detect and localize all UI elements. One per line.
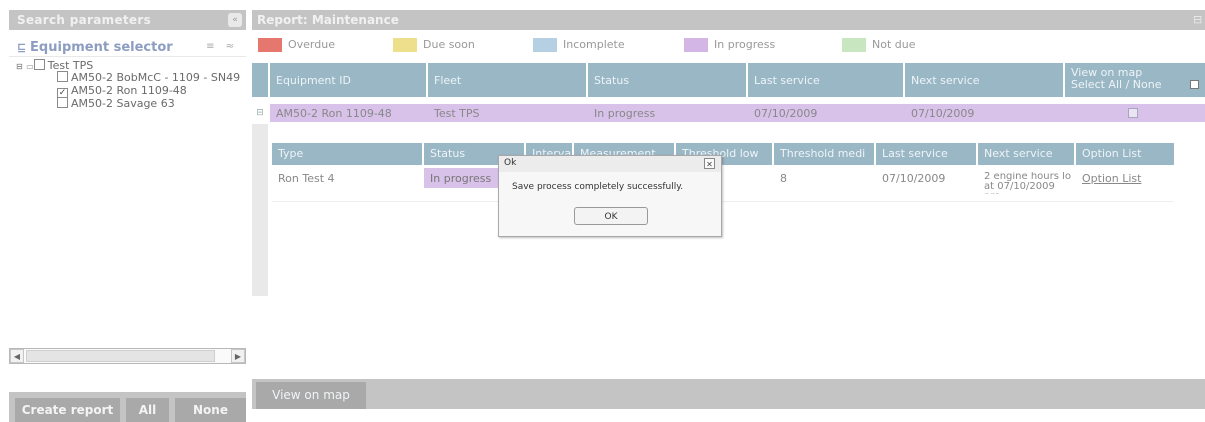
- selector-tool-icons[interactable]: ≡ ≈: [206, 41, 238, 52]
- folder-icon: ▭: [26, 62, 34, 71]
- detail-cell-threshold-medium: 8: [780, 172, 787, 185]
- tree-node-label: AM50-2 Ron 1109-48: [71, 84, 187, 97]
- row-expander-icon[interactable]: ⊟: [252, 104, 268, 122]
- legend-swatch-incomplete: [533, 38, 557, 52]
- legend-swatch-in-progress: [684, 38, 708, 52]
- tree-node-label: AM50-2 Savage 63: [71, 97, 175, 110]
- legend-label-not-due: Not due: [872, 38, 916, 51]
- column-header-last-service[interactable]: Last service: [748, 63, 903, 97]
- dialog-titlebar: Ok ✕: [499, 156, 721, 172]
- equipment-selector-title: ⊑ Equipment selector: [17, 40, 173, 55]
- tree-node-savage[interactable]: AM50-2 Savage 63: [57, 97, 175, 110]
- tree-checkbox[interactable]: [57, 71, 68, 82]
- tree-expander-icon[interactable]: ⊟: [16, 62, 23, 71]
- create-report-button[interactable]: Create report: [15, 398, 120, 422]
- detail-header-next-service[interactable]: Next service: [978, 143, 1074, 165]
- detail-indent-bar: [252, 124, 268, 296]
- select-all-map-checkbox[interactable]: [1190, 80, 1199, 89]
- row-map-checkbox[interactable]: [1128, 108, 1138, 118]
- cell-next-service: 07/10/2009: [911, 107, 975, 120]
- search-parameters-header: Search parameters «: [9, 10, 246, 30]
- legend-label-in-progress: In progress: [714, 38, 776, 51]
- tree-icon: ⊑: [17, 41, 31, 54]
- column-header-fleet[interactable]: Fleet: [428, 63, 586, 97]
- collapse-panel-icon[interactable]: «: [228, 13, 242, 27]
- search-parameters-title: Search parameters: [17, 13, 152, 27]
- expander-column-header: [252, 63, 268, 97]
- column-header-status[interactable]: Status: [588, 63, 746, 97]
- cell-fleet: Test TPS: [434, 107, 480, 120]
- legend-swatch-due-soon: [393, 38, 417, 52]
- select-all-button[interactable]: All: [126, 398, 169, 422]
- report-title: Report: Maintenance: [257, 13, 399, 27]
- tree-node-bobmcc[interactable]: AM50-2 BobMcC - 1109 - SN49: [57, 71, 246, 84]
- view-on-map-button[interactable]: View on map: [256, 382, 366, 409]
- close-icon[interactable]: ✕: [704, 158, 715, 169]
- left-footer: Create report All None: [9, 392, 246, 422]
- equipment-selector-header: ⊑ Equipment selector ≡ ≈: [9, 39, 246, 57]
- column-header-equipment-id[interactable]: Equipment ID: [270, 63, 426, 97]
- cell-last-service: 07/10/2009: [754, 107, 818, 120]
- ok-button[interactable]: OK: [574, 207, 648, 225]
- legend-swatch-overdue: [258, 38, 282, 52]
- detail-header-type[interactable]: Type: [272, 143, 422, 165]
- tree-checkbox[interactable]: [33, 59, 45, 70]
- legend-swatch-not-due: [842, 38, 866, 52]
- view-on-map-header-label: View on map Select All / None: [1071, 66, 1162, 91]
- legend-label-incomplete: Incomplete: [563, 38, 625, 51]
- detail-cell-type: Ron Test 4: [278, 172, 335, 185]
- cell-equipment-id: AM50-2 Ron 1109-48: [276, 107, 392, 120]
- detail-header-threshold-medium[interactable]: Threshold medi: [774, 143, 874, 165]
- column-header-next-service[interactable]: Next service: [905, 63, 1063, 97]
- report-header: Report: Maintenance ⊟: [252, 10, 1205, 30]
- horizontal-scrollbar[interactable]: ◀ ▶: [9, 348, 246, 364]
- tree-checkbox[interactable]: [57, 97, 68, 108]
- select-none-button[interactable]: None: [175, 398, 246, 422]
- column-header-view-on-map: View on map Select All / None: [1065, 63, 1205, 97]
- message-dialog: Ok ✕ Save process completely successfull…: [498, 155, 722, 237]
- option-list-link[interactable]: Option List: [1076, 172, 1174, 185]
- dialog-title: Ok: [504, 158, 517, 168]
- legend-label-due-soon: Due soon: [423, 38, 475, 51]
- scroll-left-icon[interactable]: ◀: [10, 349, 24, 363]
- detail-header-last-service[interactable]: Last service: [876, 143, 976, 165]
- cell-status: In progress: [594, 107, 656, 120]
- tree-node-label: AM50-2 BobMcC - 1109 - SN49: [71, 71, 241, 84]
- report-collapse-icon[interactable]: ⊟: [1193, 13, 1203, 26]
- legend-label-overdue: Overdue: [288, 38, 335, 51]
- scrollbar-thumb[interactable]: [26, 350, 215, 362]
- report-footer: View on map: [252, 379, 1205, 409]
- detail-header-option-list[interactable]: Option List: [1076, 143, 1174, 165]
- detail-cell-next-service: 2 engine hours lo at 07/10/2009 pro: [984, 172, 1072, 194]
- scroll-right-icon[interactable]: ▶: [231, 349, 245, 363]
- detail-cell-last-service: 07/10/2009: [882, 172, 946, 185]
- dialog-message: Save process completely successfully.: [512, 182, 684, 192]
- detail-cell-status: In progress: [430, 172, 492, 185]
